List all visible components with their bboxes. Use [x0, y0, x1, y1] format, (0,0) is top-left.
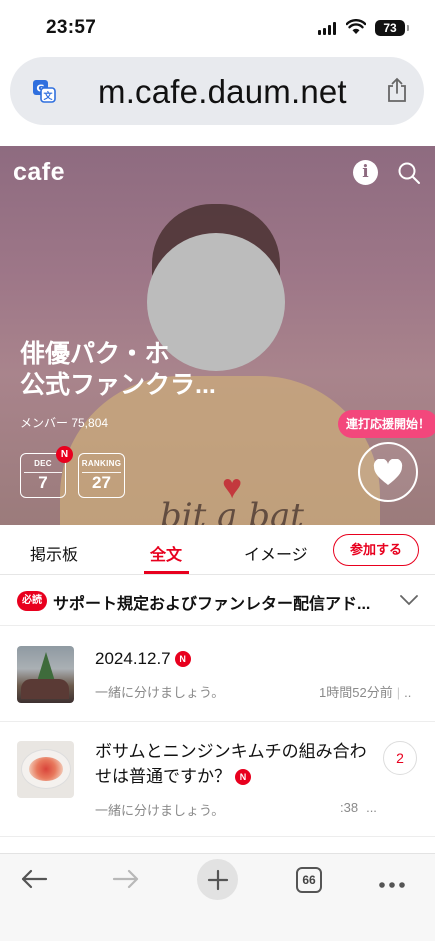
chevron-down-icon[interactable]	[400, 593, 418, 611]
battery-icon: 73	[375, 20, 409, 36]
post-title[interactable]: 2024.12.7 N	[95, 646, 191, 671]
status-bar: 23:57 73	[0, 0, 435, 56]
new-tab-button[interactable]	[197, 859, 238, 900]
post-title-text[interactable]: 2024.12.7	[95, 649, 171, 668]
post-title[interactable]: ボサムとニンジンキムチの組み合わせは普通ですか？ N	[95, 739, 370, 789]
like-button[interactable]	[358, 442, 418, 502]
status-time: 23:57	[46, 17, 97, 38]
svg-text:文: 文	[42, 90, 53, 102]
active-tab-indicator	[144, 571, 189, 574]
url-text[interactable]: m.cafe.daum.net	[98, 73, 347, 111]
food-image	[29, 757, 63, 781]
tab-board[interactable]: 掲示板	[30, 541, 78, 565]
board-tabs: 掲示板 全文 イメージ 参加する	[0, 525, 435, 575]
browser-toolbar: 66	[0, 853, 435, 941]
search-icon[interactable]	[397, 161, 421, 190]
post-time-text: 1時間52分前	[319, 685, 393, 700]
post-board-name: 一緒に分けましょう。	[95, 803, 225, 818]
new-badge: N	[235, 769, 251, 785]
member-count: メンバー 75,804	[20, 416, 109, 430]
cheer-start-button[interactable]: 連打応援開始！	[338, 410, 435, 438]
ranking-label: RANKING	[81, 459, 122, 468]
join-button[interactable]: 参加する	[333, 534, 419, 566]
heart-icon	[373, 458, 403, 485]
back-icon[interactable]	[20, 868, 48, 895]
post-time: 1時間52分前 |..	[319, 685, 412, 700]
address-bar[interactable]: G文 m.cafe.daum.net	[10, 57, 424, 125]
cafe-header-banner: ♥ bit a bat cafe i 俳優パク・ホ 公式ファンクラ... メンバ…	[0, 146, 435, 525]
wifi-icon	[345, 19, 367, 40]
translate-icon[interactable]: G文	[32, 79, 56, 108]
post-time-text: :38	[340, 800, 359, 815]
cafe-logo[interactable]: cafe	[13, 158, 65, 187]
people-image	[21, 679, 69, 699]
post-item[interactable]: ボサムとニンジンキムチの組み合わせは普通ですか？ N 一緒に分けましょう。 :38…	[0, 722, 435, 837]
plus-icon	[207, 869, 228, 890]
cafe-title: 俳優パク・ホ 公式ファンクラ...	[20, 340, 216, 399]
more-icon[interactable]	[378, 876, 406, 894]
new-badge: N	[174, 651, 191, 667]
forward-icon[interactable]	[112, 868, 140, 895]
info-icon[interactable]: i	[353, 160, 378, 185]
shirt-print-text: bit a bat	[160, 496, 304, 525]
post-meta-extra: ..	[404, 685, 412, 700]
ranking-value: 27	[92, 473, 111, 492]
tab-images[interactable]: イメージ	[244, 541, 308, 565]
post-time: :38...	[340, 800, 377, 815]
post-thumbnail[interactable]	[17, 741, 74, 798]
post-title-text[interactable]: ボサムとニンジンキムチの組み合わせは普通ですか？	[95, 742, 367, 786]
new-badge: N	[56, 446, 73, 463]
cellular-signal-icon	[318, 22, 336, 35]
notice-text[interactable]: サポート規定およびファンレター配信アド...	[53, 590, 388, 614]
calendar-day: 7	[38, 473, 48, 492]
ranking-box[interactable]: RANKING 27	[78, 453, 125, 498]
must-read-badge: 必読	[17, 591, 47, 611]
tab-switcher-button[interactable]: 66	[296, 867, 322, 893]
post-meta-extra: ...	[366, 800, 377, 815]
pinned-notice[interactable]: 必読 サポート規定およびファンレター配信アド...	[0, 576, 435, 626]
share-icon[interactable]	[386, 77, 408, 108]
post-thumbnail[interactable]	[17, 646, 74, 703]
post-board-name: 一緒に分けましょう。	[95, 685, 225, 700]
post-item[interactable]: 2024.12.7 N 一緒に分けましょう。 1時間52分前 |..	[0, 627, 435, 722]
tab-all[interactable]: 全文	[150, 541, 182, 565]
comment-count[interactable]: 2	[383, 741, 417, 775]
